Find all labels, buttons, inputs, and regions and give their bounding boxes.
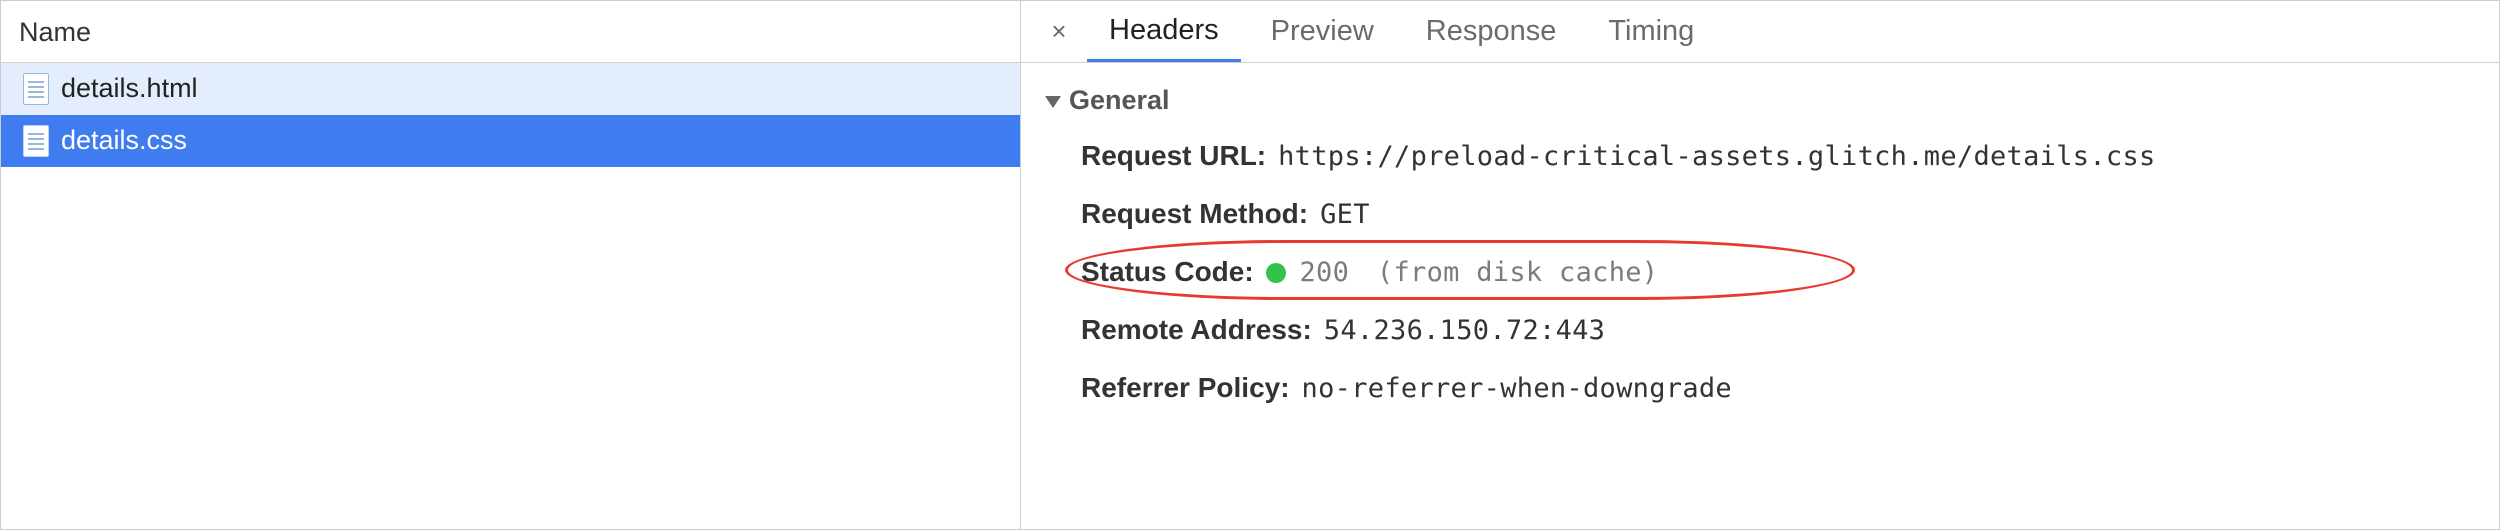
row-remote-address: Remote Address: 54.236.150.72:443 (1045, 314, 2489, 346)
request-name: details.css (61, 125, 187, 156)
label: Request URL: (1081, 140, 1266, 172)
request-row[interactable]: details.css (1, 115, 1020, 167)
request-details-panel: × Headers Preview Response Timing Genera… (1021, 1, 2499, 529)
close-details-button[interactable]: × (1039, 16, 1079, 47)
details-tabbar: × Headers Preview Response Timing (1021, 1, 2499, 63)
label: Request Method: (1081, 198, 1308, 230)
row-referrer-policy: Referrer Policy: no-referrer-when-downgr… (1045, 372, 2489, 404)
label: Referrer Policy: (1081, 372, 1290, 404)
tab-preview[interactable]: Preview (1249, 1, 1396, 62)
tab-timing[interactable]: Timing (1586, 1, 1716, 62)
status-cache-note: (from disk cache) (1377, 257, 1658, 288)
request-name: details.html (61, 73, 198, 104)
row-status-code: Status Code: 200 (from disk cache) (1045, 256, 2489, 288)
tab-response[interactable]: Response (1404, 1, 1579, 62)
requests-list-panel: Name details.html details.css (1, 1, 1021, 529)
value: 54.236.150.72:443 (1324, 315, 1605, 346)
status-dot-icon (1266, 263, 1286, 283)
request-row[interactable]: details.html (1, 63, 1020, 115)
status-value-group: 200 (from disk cache) (1266, 256, 1659, 288)
row-request-url: Request URL: https://preload-critical-as… (1045, 140, 2489, 172)
devtools-network-panel: Name details.html details.css × Headers … (0, 0, 2500, 530)
disclosure-triangle-icon (1045, 96, 1061, 108)
label: Remote Address: (1081, 314, 1312, 346)
file-icon (23, 73, 49, 105)
value: no-referrer-when-downgrade (1302, 373, 1732, 404)
headers-section-scroll[interactable]: General Request URL: https://preload-cri… (1021, 63, 2499, 529)
general-section-toggle[interactable]: General (1045, 85, 2489, 116)
section-title-text: General (1069, 85, 1170, 116)
value: GET (1320, 199, 1370, 230)
value: https://preload-critical-assets.glitch.m… (1278, 141, 2155, 172)
tab-headers[interactable]: Headers (1087, 1, 1241, 62)
row-request-method: Request Method: GET (1045, 198, 2489, 230)
requests-list-header: Name (1, 1, 1020, 63)
requests-list: details.html details.css (1, 63, 1020, 529)
label: Status Code: (1081, 256, 1254, 288)
file-icon (23, 125, 49, 157)
status-code-value: 200 (1299, 257, 1349, 288)
